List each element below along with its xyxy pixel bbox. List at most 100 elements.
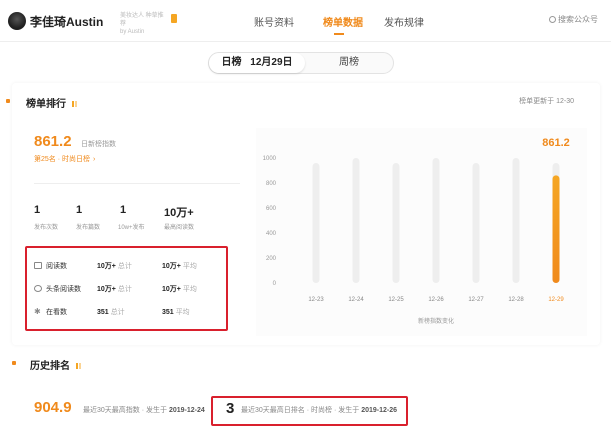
x-axis-label: 新榜指数变化 <box>418 317 454 325</box>
x-tick-label: 12-27 <box>468 297 484 303</box>
best-rank-date: 2019-12-26 <box>361 407 397 414</box>
detail-unit: 总计 <box>117 286 132 293</box>
best-rank-desc-text: 最近30天最高日排名 · 时尚榜 · 发生于 <box>241 407 360 414</box>
detail-label: 头条阅读数 <box>46 286 81 293</box>
detail-unit: 平均 <box>175 309 190 316</box>
stat-publish-count-label: 发布次数 <box>34 225 59 231</box>
stat-max-read-value: 10万+ <box>164 207 194 219</box>
stat-article-count-label: 发布篇数 <box>76 225 101 231</box>
bar-track[interactable] <box>432 158 440 283</box>
verified-badge-icon <box>171 14 177 23</box>
index-value: 861.2 <box>34 133 72 150</box>
ranking-title-text: 榜单排行 <box>26 99 66 110</box>
bar-track[interactable] <box>392 163 400 283</box>
avatar[interactable] <box>8 12 26 30</box>
stat-article-count-value: 1 <box>76 204 83 216</box>
chevron-right-icon: › <box>93 156 96 163</box>
x-tick-label: 12-25 <box>388 297 404 303</box>
daily-rank-label: 日榜 <box>221 57 242 68</box>
highlight-data-label: 861.2 <box>542 137 570 149</box>
account-subtitle-line1: 美妆达人 种草推荐 <box>120 13 164 27</box>
update-note: 榜单更新于 12-30 <box>519 98 574 105</box>
section-marker <box>12 361 16 365</box>
detail-row-reads: 阅读数 <box>34 261 67 271</box>
index-label: 日新榜指数 <box>81 141 116 148</box>
detail-value: 351 <box>162 309 174 316</box>
y-tick-label: 200 <box>266 256 277 262</box>
best-rank-desc: 最近30天最高日排名 · 时尚榜 · 发生于 2019-12-26 <box>241 405 397 415</box>
detail-unit: 平均 <box>182 286 197 293</box>
bar[interactable] <box>552 175 560 283</box>
document-icon <box>34 262 42 269</box>
headline-icon <box>34 285 42 292</box>
detail-label: 在看数 <box>46 309 67 316</box>
best-index-desc: 最近30天最高指数 · 发生于 2019-12-24 <box>83 405 205 415</box>
history-section-title: 历史排名 <box>30 357 82 372</box>
detail-value: 10万+ <box>97 263 116 270</box>
bar-track[interactable] <box>312 163 320 283</box>
x-tick-label: 12-28 <box>508 297 524 303</box>
x-tick-label: 12-24 <box>348 297 364 303</box>
detail-row-headline-reads: 头条阅读数 <box>34 284 81 294</box>
ranking-section-title: 榜单排行 <box>26 95 78 110</box>
y-tick-label: 800 <box>266 181 277 187</box>
index-chart-panel: 0 200 400 600 800 1000 12-23 12-24 12-25 12-26 12-… <box>256 128 587 336</box>
account-subtitle-line2: by Austin <box>120 29 145 35</box>
x-tick-label: 12-26 <box>428 297 444 303</box>
best-index-date: 2019-12-24 <box>168 407 205 414</box>
detail-value: 351 <box>97 309 109 316</box>
daily-rank-tab[interactable]: 日榜 12月29日 <box>209 53 305 73</box>
nav-ranking-data[interactable]: 榜单数据 <box>323 14 363 29</box>
nav-account-info[interactable]: 账号资料 <box>254 14 294 29</box>
search-placeholder: 搜索公众号 <box>558 15 598 24</box>
detail-row-likes: ✱ 在看数 <box>34 307 67 317</box>
detail-unit: 总计 <box>110 309 125 316</box>
stat-max-read-label: 最高阅读数 <box>164 225 195 231</box>
history-title-text: 历史排名 <box>30 361 70 372</box>
detail-reads-total: 10万+ 总计 <box>97 261 132 271</box>
detail-label: 阅读数 <box>46 263 67 270</box>
y-tick-label: 600 <box>266 206 277 212</box>
search-icon <box>549 16 556 23</box>
search-box[interactable]: 搜索公众号 <box>549 14 598 25</box>
weekly-rank-tab[interactable]: 周榜 <box>305 53 393 73</box>
index-bar-chart: 0200400600800100012-23 12-24 12-25 12-26 12-… <box>256 128 587 336</box>
stat-10w-value: 1 <box>120 204 127 216</box>
detail-headline-avg: 10万+ 平均 <box>162 284 197 294</box>
detail-reads-avg: 10万+ 平均 <box>162 261 197 271</box>
detail-likes-avg: 351 平均 <box>162 307 190 317</box>
rank-period-toggle: 日榜 12月29日 周榜 <box>208 52 394 74</box>
best-index-desc-text: 最近30天最高指数 · 发生于 <box>83 407 168 414</box>
x-tick-label: 12-23 <box>308 297 324 303</box>
top-header: 李佳琦Austin 美妆达人 种草推荐 by Austin 账号资料 榜单数据 … <box>0 0 611 42</box>
title-bars-icon <box>75 361 82 372</box>
detail-unit: 平均 <box>182 263 197 270</box>
nav-publish-pattern[interactable]: 发布规律 <box>384 14 424 29</box>
rank-link-text: 第25名 · 时尚日榜 <box>34 156 91 163</box>
bar-track[interactable] <box>512 158 520 283</box>
detail-likes-total: 351 总计 <box>97 307 125 317</box>
account-name: 李佳琦Austin <box>30 15 104 29</box>
detail-value: 10万+ <box>162 263 181 270</box>
stat-10w-label: 10w+发布 <box>118 225 145 231</box>
bar-track[interactable] <box>352 158 360 283</box>
y-tick-label: 1000 <box>263 156 277 162</box>
detail-headline-total: 10万+ 总计 <box>97 284 132 294</box>
section-marker <box>6 99 10 103</box>
best-index-value: 904.9 <box>34 399 72 416</box>
divider <box>34 183 240 184</box>
ranking-card: 榜单排行 榜单更新于 12-30 861.2 日新榜指数 第25名 · 时尚日榜… <box>6 83 600 345</box>
gear-icon: ✱ <box>34 307 41 316</box>
bar-track[interactable] <box>472 163 480 283</box>
y-tick-label: 400 <box>266 231 277 237</box>
x-tick-label: 12-29 <box>548 297 564 303</box>
best-rank-value: 3 <box>226 400 235 417</box>
stat-publish-count-value: 1 <box>34 204 41 216</box>
detail-value: 10万+ <box>97 286 116 293</box>
daily-rank-date: 12月29日 <box>250 57 293 68</box>
detail-unit: 总计 <box>117 263 132 270</box>
account-subtitle: 美妆达人 种草推荐 by Austin <box>120 12 168 36</box>
rank-link[interactable]: 第25名 · 时尚日榜 › <box>34 154 95 164</box>
detail-value: 10万+ <box>162 286 181 293</box>
title-bars-icon <box>71 99 78 110</box>
